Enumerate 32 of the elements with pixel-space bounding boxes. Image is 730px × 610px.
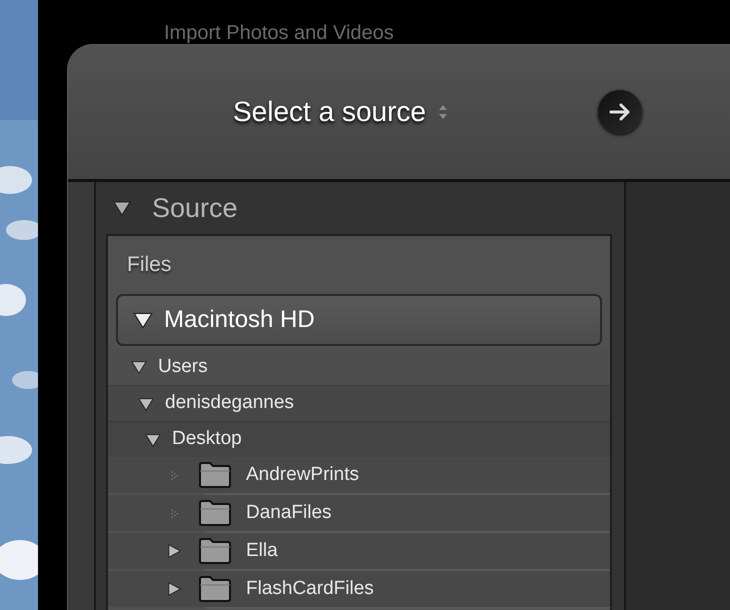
folder-name: FlashCardFiles xyxy=(246,576,374,601)
path-name: Users xyxy=(158,354,208,379)
window-title: Import Photos and Videos xyxy=(164,22,395,44)
folder-name: Ella xyxy=(246,538,278,563)
folder-row[interactable]: FlashCardFiles xyxy=(108,571,610,607)
path-name: Desktop xyxy=(172,427,242,452)
section-label: Files xyxy=(127,252,172,278)
folder-icon xyxy=(198,500,232,526)
folder-name: AndrewPrints xyxy=(246,462,359,487)
arrow-icon xyxy=(609,103,631,121)
disclosure-triangle-icon[interactable] xyxy=(166,581,184,597)
disclosure-triangle-icon[interactable] xyxy=(112,199,132,217)
folder-row[interactable]: DanaFiles xyxy=(108,495,610,531)
next-arrow-button[interactable] xyxy=(598,90,642,134)
folder-row[interactable]: Ella xyxy=(108,533,610,569)
panel-title: Source xyxy=(152,192,238,225)
folder-name: DanaFiles xyxy=(246,500,332,525)
folder-icon xyxy=(198,462,232,488)
dialog-title[interactable]: Select a source xyxy=(233,91,426,133)
path-name: denisdegannes xyxy=(165,391,294,416)
disclosure-triangle-icon[interactable] xyxy=(144,432,162,448)
disclosure-triangle-icon[interactable] xyxy=(132,310,154,330)
tree-row[interactable]: denisdegannes xyxy=(108,385,610,421)
disclosure-triangle-icon[interactable] xyxy=(137,396,155,412)
tree-row[interactable]: Desktop xyxy=(108,421,610,457)
disclosure-triangle-icon[interactable] xyxy=(130,359,148,375)
sort-caret-icon[interactable] xyxy=(438,103,448,121)
volume-button[interactable]: Macintosh HD xyxy=(116,294,602,346)
folder-icon xyxy=(198,538,232,564)
disclosure-triangle-icon[interactable] xyxy=(166,543,184,559)
folder-icon xyxy=(198,576,232,602)
folder-row[interactable]: AndrewPrints xyxy=(108,457,610,493)
